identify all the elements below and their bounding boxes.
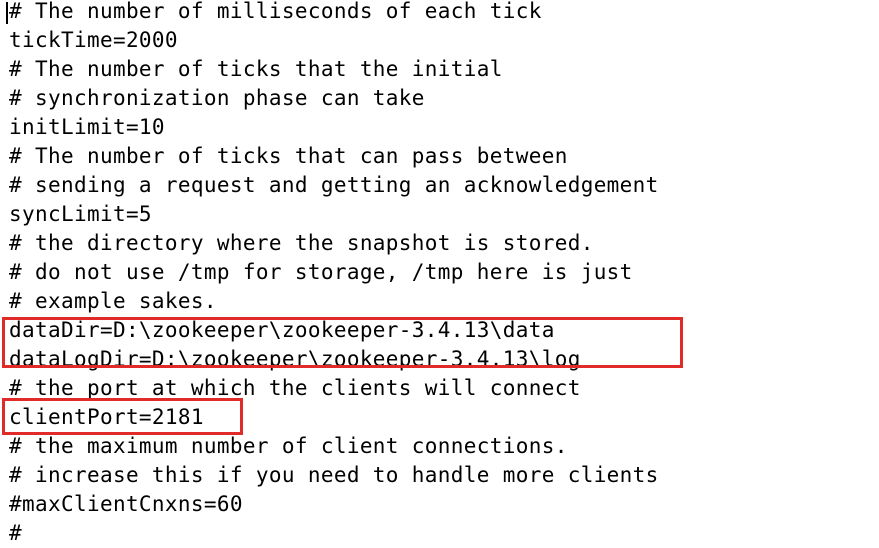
code-line-datalogdir: dataLogDir=D:\zookeeper\zookeeper-3.4.13…	[9, 347, 581, 371]
code-line: #maxClientCnxns=60	[9, 492, 243, 516]
code-line: #	[9, 521, 22, 545]
code-line-datadir: dataDir=D:\zookeeper\zookeeper-3.4.13\da…	[9, 318, 555, 342]
code-line: # The number of ticks that can pass betw…	[9, 144, 568, 168]
code-line: # sending a request and getting an ackno…	[9, 173, 659, 197]
code-line: syncLimit=5	[9, 202, 152, 226]
code-line: # synchronization phase can take	[9, 86, 425, 110]
code-line: # increase this if you need to handle mo…	[9, 463, 659, 487]
code-line: tickTime=2000	[9, 28, 178, 52]
code-line: # The number of milliseconds of each tic…	[9, 0, 542, 23]
code-line: # the maximum number of client connectio…	[9, 434, 568, 458]
code-line: # do not use /tmp for storage, /tmp here…	[9, 260, 633, 284]
code-line: initLimit=10	[9, 115, 165, 139]
code-line: # the directory where the snapshot is st…	[9, 231, 594, 255]
config-file-screenshot: # The number of milliseconds of each tic…	[0, 0, 879, 547]
code-line: # example sakes.	[9, 289, 217, 313]
code-line: # The number of ticks that the initial	[9, 57, 503, 81]
code-line-clientport: clientPort=2181	[9, 405, 204, 429]
config-text-area[interactable]: # The number of milliseconds of each tic…	[0, 0, 879, 547]
code-line: # the port at which the clients will con…	[9, 376, 581, 400]
text-caret	[6, 2, 8, 24]
